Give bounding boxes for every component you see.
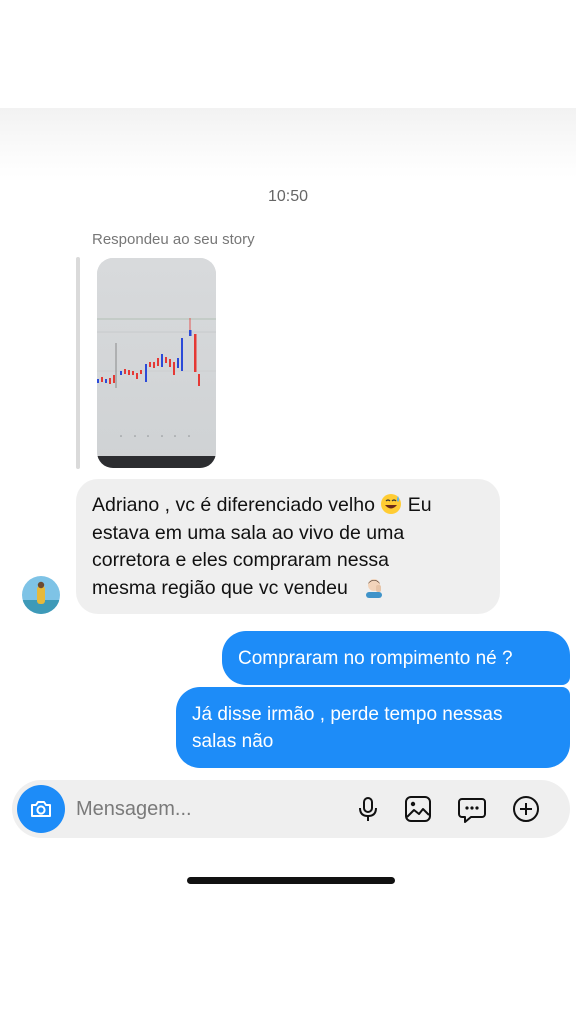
- camera-button[interactable]: [17, 785, 65, 833]
- incoming-line-1: Adriano , vc é diferenciado velho: [92, 494, 375, 516]
- sweat-smile-emoji: [381, 494, 402, 514]
- outgoing-message-text: Compraram no rompimento né ?: [238, 648, 513, 669]
- incoming-line-4: mesma região que vc vendeu: [92, 576, 348, 599]
- man-facepalming-emoji: [366, 578, 383, 598]
- outgoing-line-2: salas não: [192, 731, 274, 752]
- reply-indicator-bar: [76, 257, 80, 469]
- story-reply-label: Respondeu ao seu story: [92, 231, 255, 248]
- candlestick-chart-image: [97, 258, 216, 468]
- incoming-message-text: Adriano , vc é diferenciado velho Eu est…: [92, 492, 492, 602]
- outgoing-message-bubble[interactable]: Já disse irmão , perde tempo nessas sala…: [176, 687, 570, 768]
- incoming-message-bubble[interactable]: Adriano , vc é diferenciado velho Eu est…: [76, 479, 500, 614]
- sticker-icon[interactable]: [458, 795, 486, 823]
- camera-icon: [31, 801, 51, 817]
- outgoing-message-bubble[interactable]: Compraram no rompimento né ?: [222, 631, 570, 685]
- avatar-photo: [22, 576, 60, 614]
- contact-avatar[interactable]: [22, 576, 60, 614]
- outgoing-message-text: Já disse irmão , perde tempo nessas sala…: [192, 701, 562, 755]
- gallery-icon[interactable]: [404, 795, 432, 823]
- story-thumbnail[interactable]: [97, 258, 216, 468]
- message-composer: [12, 780, 570, 838]
- incoming-line-1-suffix: Eu: [407, 494, 432, 516]
- message-timestamp: 10:50: [267, 188, 309, 205]
- add-icon[interactable]: [512, 795, 540, 823]
- message-input[interactable]: [76, 794, 346, 824]
- microphone-icon[interactable]: [354, 795, 382, 823]
- outgoing-line-1: Já disse irmão , perde tempo nessas: [192, 704, 503, 725]
- incoming-line-3: corretora e eles compraram nessa: [92, 549, 389, 571]
- incoming-line-2: estava em uma sala ao vivo de uma: [92, 521, 405, 544]
- home-indicator: [187, 877, 395, 884]
